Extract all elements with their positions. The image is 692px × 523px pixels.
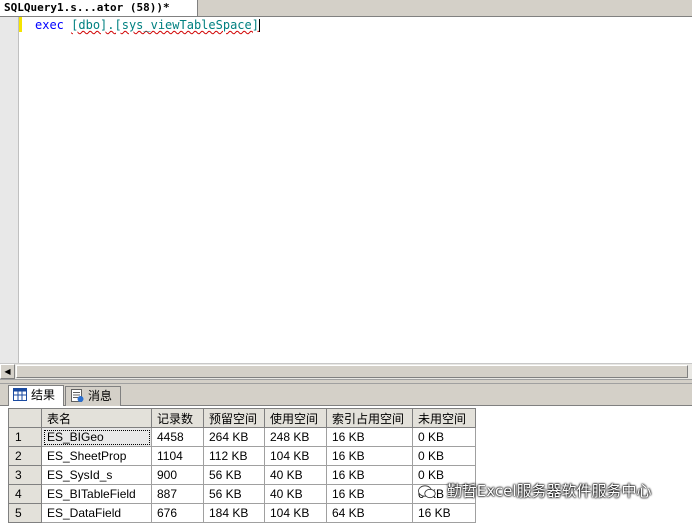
scroll-left-button[interactable]: ◀ xyxy=(0,364,15,379)
column-header-reserved[interactable]: 预留空间 xyxy=(203,408,265,428)
cell-row-count[interactable]: 887 xyxy=(151,484,204,504)
cell-reserved[interactable]: 56 KB xyxy=(203,465,265,485)
cell-used[interactable]: 104 KB xyxy=(264,446,327,466)
sql-object-name: [dbo].[sys_viewTableSpace] xyxy=(71,18,259,32)
cell-reserved[interactable]: 112 KB xyxy=(203,446,265,466)
results-grid[interactable]: 表名 记录数 预留空间 使用空间 索引占用空间 未用空间 1 ES_BIGeo … xyxy=(8,408,476,523)
cell-used[interactable]: 40 KB xyxy=(264,465,327,485)
cell-reserved[interactable]: 56 KB xyxy=(203,484,265,504)
table-row[interactable]: 5 ES_DataField 676 184 KB 104 KB 64 KB 1… xyxy=(8,503,476,523)
grid-corner-cell[interactable] xyxy=(8,408,42,428)
row-number[interactable]: 3 xyxy=(8,465,42,485)
line-change-indicator xyxy=(19,17,22,32)
cell-row-count[interactable]: 900 xyxy=(151,465,204,485)
column-header-unused[interactable]: 未用空间 xyxy=(412,408,476,428)
query-editor[interactable]: exec [dbo].[sys_viewTableSpace] xyxy=(0,17,692,363)
cell-index-size[interactable]: 16 KB xyxy=(326,465,413,485)
document-tab-strip: SQLQuery1.s...ator (58))* xyxy=(0,0,692,17)
cell-row-count[interactable]: 676 xyxy=(151,503,204,523)
cell-reserved[interactable]: 264 KB xyxy=(203,427,265,447)
cell-used[interactable]: 248 KB xyxy=(264,427,327,447)
table-row[interactable]: 4 ES_BITableField 887 56 KB 40 KB 16 KB … xyxy=(8,484,476,504)
cell-table-name[interactable]: ES_BIGeo xyxy=(41,427,152,447)
code-line-1[interactable]: exec [dbo].[sys_viewTableSpace] xyxy=(35,18,260,33)
document-tab-sqlquery1[interactable]: SQLQuery1.s...ator (58))* xyxy=(0,0,198,16)
tab-messages-label: 消息 xyxy=(88,389,113,403)
cell-index-size[interactable]: 64 KB xyxy=(326,503,413,523)
row-number[interactable]: 1 xyxy=(8,427,42,447)
wechat-icon xyxy=(418,484,436,498)
tab-results-label: 结果 xyxy=(31,388,56,402)
sql-keyword-exec: exec xyxy=(35,18,64,32)
text-caret xyxy=(258,19,260,32)
cell-table-name[interactable]: ES_BITableField xyxy=(41,484,152,504)
cell-index-size[interactable]: 16 KB xyxy=(326,427,413,447)
messages-icon xyxy=(71,389,84,402)
cell-index-size[interactable]: 16 KB xyxy=(326,446,413,466)
grid-icon xyxy=(13,388,27,401)
cell-unused[interactable]: 0 KB xyxy=(412,427,476,447)
cell-unused[interactable]: 0 KB xyxy=(412,446,476,466)
column-header-used[interactable]: 使用空间 xyxy=(264,408,327,428)
watermark-text: 勤哲Excel服务器软件服务中心 xyxy=(446,482,652,500)
scrollbar-thumb[interactable] xyxy=(16,365,688,378)
results-tab-row: 结果 消息 xyxy=(0,384,692,406)
table-row[interactable]: 3 ES_SysId_s 900 56 KB 40 KB 16 KB 0 KB xyxy=(8,465,476,485)
row-number[interactable]: 2 xyxy=(8,446,42,466)
results-grid-area[interactable]: 表名 记录数 预留空间 使用空间 索引占用空间 未用空间 1 ES_BIGeo … xyxy=(0,406,692,523)
column-header-index-size[interactable]: 索引占用空间 xyxy=(326,408,413,428)
row-number[interactable]: 5 xyxy=(8,503,42,523)
cell-index-size[interactable]: 16 KB xyxy=(326,484,413,504)
cell-used[interactable]: 40 KB xyxy=(264,484,327,504)
cell-used[interactable]: 104 KB xyxy=(264,503,327,523)
cell-reserved[interactable]: 184 KB xyxy=(203,503,265,523)
cell-row-count[interactable]: 1104 xyxy=(151,446,204,466)
editor-gutter xyxy=(0,17,19,363)
grid-header-row: 表名 记录数 预留空间 使用空间 索引占用空间 未用空间 xyxy=(8,408,476,428)
tab-messages[interactable]: 消息 xyxy=(65,386,121,406)
cell-unused[interactable]: 16 KB xyxy=(412,503,476,523)
cell-table-name[interactable]: ES_SheetProp xyxy=(41,446,152,466)
table-row[interactable]: 1 ES_BIGeo 4458 264 KB 248 KB 16 KB 0 KB xyxy=(8,427,476,447)
column-header-row-count[interactable]: 记录数 xyxy=(151,408,204,428)
watermark: 勤哲Excel服务器软件服务中心 xyxy=(418,481,652,501)
cell-row-count[interactable]: 4458 xyxy=(151,427,204,447)
column-header-table-name[interactable]: 表名 xyxy=(41,408,152,428)
row-number[interactable]: 4 xyxy=(8,484,42,504)
editor-horizontal-scrollbar[interactable]: ◀ xyxy=(0,363,692,379)
tab-results[interactable]: 结果 xyxy=(8,385,64,406)
cell-table-name[interactable]: ES_SysId_s xyxy=(41,465,152,485)
table-row[interactable]: 2 ES_SheetProp 1104 112 KB 104 KB 16 KB … xyxy=(8,446,476,466)
cell-table-name[interactable]: ES_DataField xyxy=(41,503,152,523)
